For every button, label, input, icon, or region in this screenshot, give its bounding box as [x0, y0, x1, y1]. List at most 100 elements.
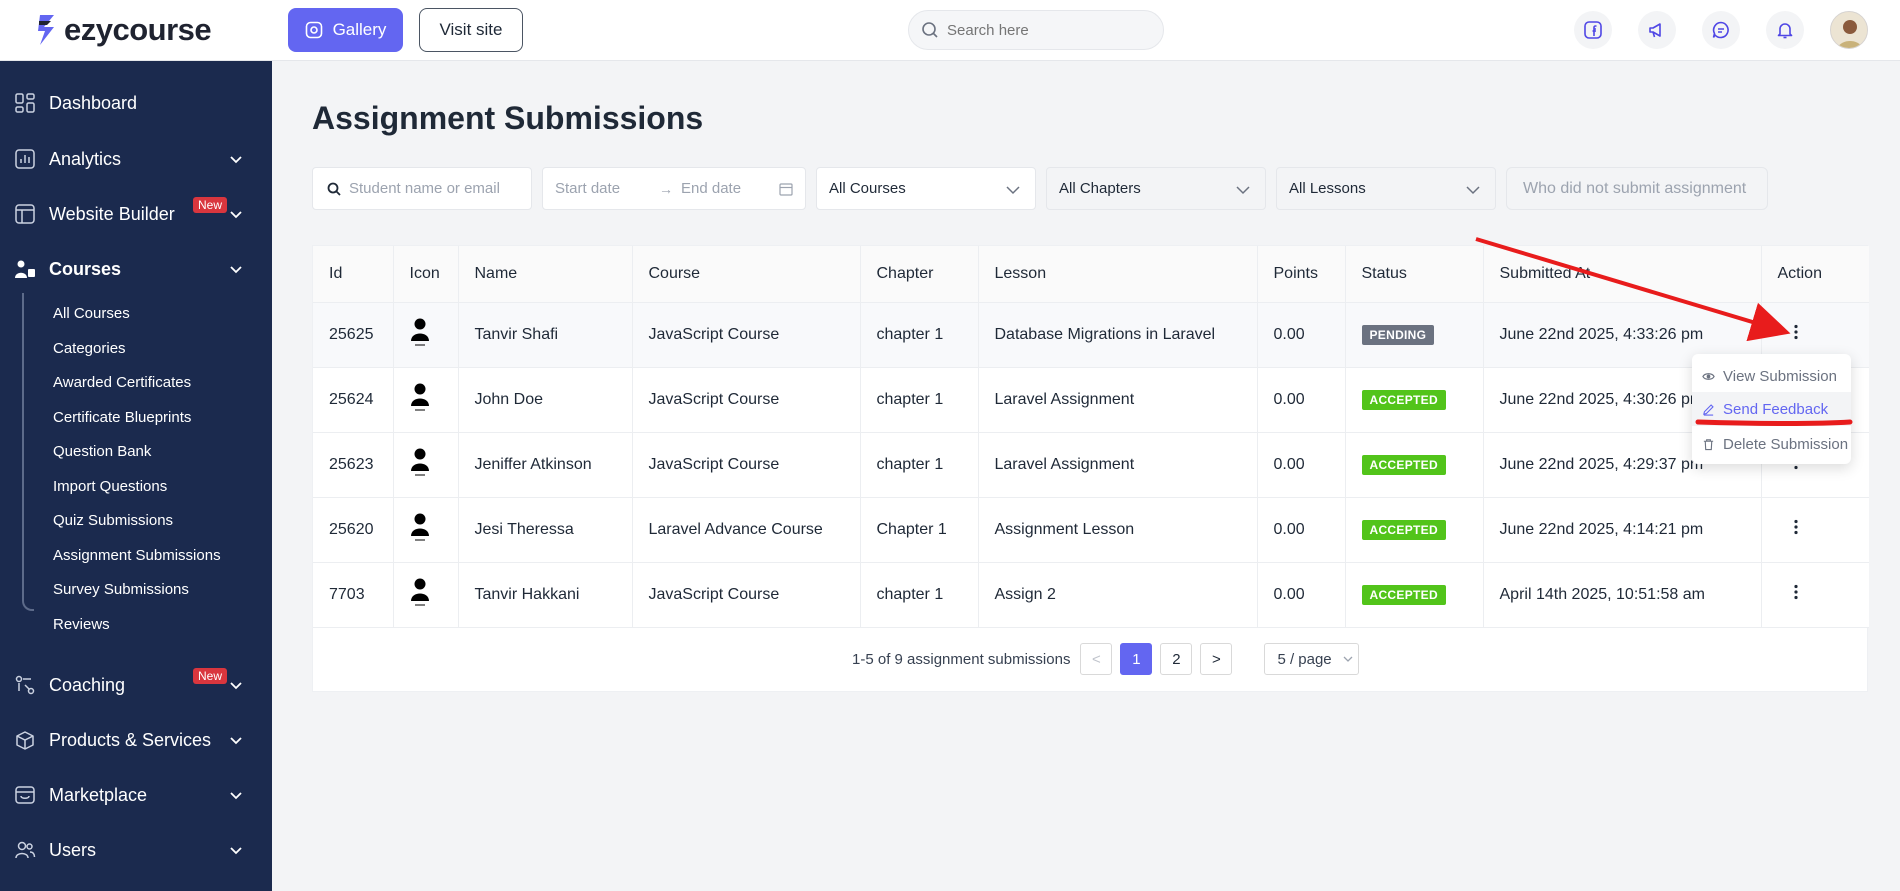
cell-lesson: Laravel Assignment [978, 367, 1258, 433]
subnav-item-survey-submissions[interactable]: Survey Submissions [53, 579, 189, 601]
user-icon [393, 562, 459, 628]
sidebar-item-analytics[interactable]: Analytics [0, 137, 272, 181]
lesson-select[interactable]: All Lessons [1276, 167, 1496, 210]
marketplace-icon [13, 783, 37, 807]
bell-icon[interactable] [1766, 11, 1804, 49]
cell-points: 0.00 [1257, 497, 1346, 563]
sidebar-item-dashboard[interactable]: Dashboard [0, 81, 272, 125]
sidebar-item-users[interactable]: Users [0, 828, 272, 872]
search-icon [327, 182, 341, 196]
sidebar-item-courses[interactable]: Courses [0, 247, 272, 291]
coaching-icon [13, 673, 37, 697]
delete-submission-item[interactable]: Delete Submission [1692, 427, 1851, 461]
users-icon [13, 838, 37, 862]
cell-chapter: chapter 1 [860, 302, 979, 368]
user-icon [393, 432, 459, 498]
gallery-button[interactable]: Gallery [288, 8, 403, 52]
cell-id: 25624 [313, 367, 394, 433]
sidebar-item-coaching[interactable]: Coaching New [0, 663, 272, 707]
sidebar-label: Users [49, 839, 97, 860]
subnav-item-categories[interactable]: Categories [53, 338, 126, 360]
date-range-picker[interactable]: Start date → End date [542, 167, 806, 210]
not-submitted-button[interactable]: Who did not submit assignment [1506, 167, 1768, 210]
cell-chapter: chapter 1 [860, 432, 979, 498]
user-icon [393, 497, 459, 563]
send-feedback-item[interactable]: Send Feedback [1692, 392, 1851, 426]
subnav-item-awarded-certificates[interactable]: Awarded Certificates [53, 372, 191, 394]
eye-icon [1702, 372, 1715, 380]
status-badge: ACCEPTED [1361, 454, 1446, 475]
student-search-field[interactable]: Student name or email [312, 167, 532, 210]
sidebar-item-marketplace[interactable]: Marketplace [0, 773, 272, 817]
action-menu: View Submission Send Feedback Delete Sub… [1692, 354, 1851, 464]
page-button[interactable]: 2 [1160, 643, 1193, 675]
user-avatar[interactable] [1830, 11, 1868, 49]
new-badge: New [193, 197, 228, 213]
sidebar-label: Coaching [49, 674, 126, 695]
chevron-down-icon [1236, 186, 1250, 195]
subnav-item-certificate-blueprints[interactable]: Certificate Blueprints [53, 407, 191, 429]
chat-icon[interactable] [1702, 11, 1740, 49]
trash-icon [1703, 438, 1714, 450]
megaphone-icon[interactable] [1638, 11, 1676, 49]
sidebar-item-website-builder[interactable]: Website Builder New [0, 192, 272, 236]
courses-icon [13, 257, 37, 281]
chevron-down-icon [1006, 186, 1020, 195]
cell-id: 25623 [313, 432, 394, 498]
column-header: Status [1345, 246, 1484, 303]
chapter-select[interactable]: All Chapters [1046, 167, 1266, 210]
cell-course: Laravel Advance Course [632, 497, 861, 563]
visit-site-label: Visit site [439, 20, 503, 39]
page-title: Assignment Submissions [312, 100, 704, 136]
cell-name: Tanvir Shafi [458, 302, 633, 368]
sidebar-label: Courses [49, 258, 122, 279]
more-vertical-icon[interactable] [1786, 582, 1806, 602]
visit-site-button[interactable]: Visit site [419, 8, 523, 52]
subnav-item-reviews[interactable]: Reviews [53, 614, 110, 636]
subnav-item-import-questions[interactable]: Import Questions [53, 476, 167, 498]
brand-name: ezycourse [64, 12, 212, 47]
menu-item-label: Send Feedback [1723, 400, 1829, 418]
next-page-button[interactable]: > [1200, 643, 1233, 675]
subnav-item-quiz-submissions[interactable]: Quiz Submissions [53, 510, 173, 532]
table-row[interactable]: 25620 Jesi Theressa Laravel Advance Cour… [313, 497, 1869, 563]
top-search-input[interactable] [947, 21, 1137, 39]
column-header: Action [1761, 246, 1869, 303]
cell-points: 0.00 [1257, 302, 1346, 368]
column-header: Id [313, 246, 394, 303]
new-badge: New [193, 668, 228, 684]
view-submission-item[interactable]: View Submission [1692, 359, 1851, 393]
top-search[interactable] [908, 10, 1164, 50]
subnav-item-assignment-submissions[interactable]: Assignment Submissions [53, 545, 221, 567]
page-button[interactable]: 1 [1120, 643, 1153, 675]
chapter-select-value: All Chapters [1059, 180, 1141, 197]
table-row[interactable]: 25624 John Doe JavaScript Course chapter… [313, 367, 1869, 433]
table-row[interactable]: 25623 Jeniffer Atkinson JavaScript Cours… [313, 432, 1869, 498]
logo[interactable]: ezycourse [36, 12, 212, 48]
table-row[interactable]: 7703 Tanvir Hakkani JavaScript Course ch… [313, 562, 1869, 628]
column-header: Icon [393, 246, 459, 303]
page-size-select[interactable]: 5 / page [1264, 643, 1360, 675]
pagination-summary: 1-5 of 9 assignment submissions [852, 650, 1071, 668]
column-header: Name [458, 246, 633, 303]
facebook-icon[interactable] [1574, 11, 1612, 49]
analytics-icon [13, 147, 37, 171]
avatar-image [1831, 12, 1867, 48]
subnav-item-question-bank[interactable]: Question Bank [53, 441, 151, 463]
cell-id: 25625 [313, 302, 394, 368]
chevron-down-icon [230, 211, 242, 219]
status-badge: ACCEPTED [1361, 389, 1446, 410]
more-vertical-icon[interactable] [1786, 517, 1806, 537]
course-select[interactable]: All Courses [816, 167, 1036, 210]
subnav-item-all-courses[interactable]: All Courses [53, 303, 130, 325]
chevron-down-icon [230, 156, 242, 164]
chevron-down-icon [1466, 186, 1480, 195]
table-row[interactable]: 25625 Tanvir Shafi JavaScript Course cha… [313, 302, 1869, 368]
sidebar-item-products-services[interactable]: Products & Services [0, 718, 272, 762]
gallery-icon [305, 21, 322, 39]
prev-page-button[interactable]: < [1080, 643, 1113, 675]
more-vertical-icon[interactable] [1786, 322, 1806, 342]
course-select-value: All Courses [829, 180, 906, 197]
search-icon [922, 22, 938, 38]
chevron-down-icon [230, 266, 242, 274]
